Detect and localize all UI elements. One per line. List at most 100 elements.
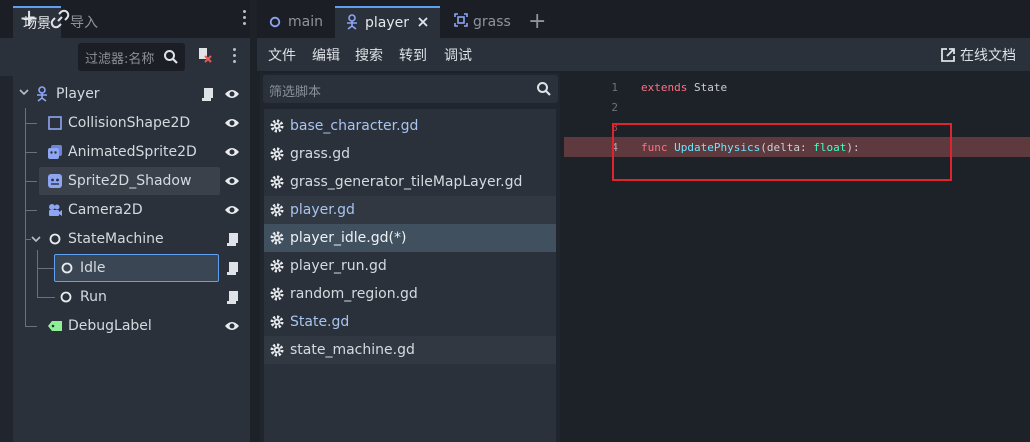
visibility-eye-icon[interactable] (224, 175, 240, 187)
script-item-label: base_character.gd (290, 118, 419, 134)
tree-node-label: StateMachine (68, 231, 164, 247)
dock-menu-icon[interactable] (238, 10, 250, 30)
detach-script-icon[interactable] (195, 46, 213, 64)
script-icon[interactable] (226, 261, 240, 276)
online-docs-link[interactable]: 在线文档 (940, 45, 1016, 65)
character-body-icon (37, 86, 47, 102)
node-circle-icon (49, 233, 61, 245)
external-link-icon (941, 48, 955, 62)
gear-icon (270, 343, 284, 357)
menu-edit[interactable]: 编辑 (312, 45, 340, 65)
visibility-eye-icon[interactable] (224, 146, 240, 158)
add-node-icon[interactable]: + (18, 6, 40, 30)
menu-goto[interactable]: 转到 (399, 45, 427, 65)
tab-label: player (365, 15, 410, 31)
tree-node-label: DebugLabel (68, 318, 152, 334)
script-icon[interactable] (226, 290, 240, 305)
tab-main[interactable]: main (260, 6, 332, 38)
script-item-label: State.gd (290, 314, 350, 330)
script-item-grass[interactable]: grass.gd (264, 140, 556, 168)
script-item-state[interactable]: State.gd (264, 308, 556, 336)
node2d-icon (454, 13, 468, 27)
script-item-grass-generator[interactable]: grass_generator_tileMapLayer.gd (264, 168, 556, 196)
tree-node-label: AnimatedSprite2D (68, 144, 197, 160)
code-line-1: extends State (641, 81, 727, 94)
tab-label: grass (473, 14, 511, 30)
script-item-player[interactable]: player.gd (264, 196, 556, 224)
gear-icon (270, 315, 284, 329)
online-docs-label: 在线文档 (960, 48, 1016, 64)
collision-shape-icon (48, 116, 62, 130)
script-item-label: grass_generator_tileMapLayer.gd (290, 174, 523, 190)
script-icon[interactable] (201, 87, 215, 102)
gear-icon (270, 147, 284, 161)
script-item-base-character[interactable]: base_character.gd (264, 112, 556, 140)
code-text: State (687, 81, 728, 94)
tab-player[interactable]: player (335, 6, 440, 38)
tree-row-debuglabel[interactable]: DebugLabel (14, 312, 250, 340)
tab-grass[interactable]: grass (446, 6, 516, 38)
tree-guide (37, 268, 55, 269)
script-item-state-machine[interactable]: state_machine.gd (264, 336, 556, 364)
tree-row-camera2d[interactable]: Camera2D (14, 196, 250, 224)
script-item-player-run[interactable]: player_run.gd (264, 252, 556, 280)
scene-filter-input[interactable]: 过滤器:名称 (78, 43, 185, 71)
tree-row-statemachine[interactable]: StateMachine (14, 225, 250, 253)
scene-more-icon[interactable] (227, 46, 241, 68)
gear-icon (270, 119, 284, 133)
chevron-down-icon[interactable] (19, 87, 29, 97)
visibility-eye-icon[interactable] (224, 88, 240, 100)
script-item-player-idle[interactable]: player_idle.gd(*) (264, 224, 556, 252)
script-item-label: player_run.gd (290, 258, 387, 274)
tree-guide (37, 297, 55, 298)
line-number: 2 (611, 101, 618, 114)
chevron-down-icon[interactable] (31, 234, 41, 244)
sprite-icon (48, 174, 62, 188)
script-item-label: player_idle.gd(*) (290, 230, 407, 246)
menu-debug[interactable]: 调试 (444, 45, 472, 65)
script-item-label: state_machine.gd (290, 342, 415, 358)
close-icon[interactable] (417, 16, 429, 28)
tree-row-player[interactable]: Player (14, 80, 250, 108)
annotation-highlight-box (612, 123, 952, 181)
visibility-eye-icon[interactable] (224, 320, 240, 332)
gear-icon (270, 231, 284, 245)
tab-label: main (288, 14, 323, 30)
menu-search[interactable]: 搜索 (355, 45, 383, 65)
instance-link-icon[interactable] (50, 9, 70, 29)
script-item-label: grass.gd (290, 146, 351, 162)
camera-icon (49, 204, 62, 216)
tree-row-run[interactable]: Run (54, 283, 250, 311)
tab-import[interactable]: 导入 (70, 6, 104, 38)
gear-icon (270, 175, 284, 189)
label-icon (48, 321, 62, 331)
line-number: 1 (611, 81, 618, 94)
tree-guide (37, 250, 38, 297)
script-icon[interactable] (226, 232, 240, 247)
tree-row-sprite2d-shadow[interactable]: Sprite2D_Shadow (39, 167, 220, 195)
scene-filter-placeholder: 过滤器:名称 (85, 52, 155, 67)
tree-row-animatedsprite2d[interactable]: AnimatedSprite2D (14, 138, 250, 166)
search-icon (164, 50, 178, 64)
script-filter-placeholder: 筛选脚本 (269, 85, 322, 100)
tree-node-label: CollisionShape2D (68, 115, 191, 131)
tree-row-idle[interactable]: Idle (54, 254, 219, 282)
add-tab-icon[interactable]: + (528, 9, 546, 34)
animated-sprite-icon (48, 145, 62, 159)
character-body-icon (347, 14, 357, 30)
visibility-eye-icon[interactable] (224, 117, 240, 129)
tree-node-label: Run (80, 289, 107, 305)
visibility-eye-icon[interactable] (224, 204, 240, 216)
script-item-label: random_region.gd (290, 286, 418, 302)
search-icon (537, 82, 551, 96)
menu-file[interactable]: 文件 (268, 45, 296, 65)
tree-row-collisionshape2d[interactable]: CollisionShape2D (14, 109, 250, 137)
gear-icon (270, 259, 284, 273)
gear-icon (270, 203, 284, 217)
script-item-random-region[interactable]: random_region.gd (264, 280, 556, 308)
node-circle-icon (60, 291, 72, 303)
code-keyword: extends (641, 81, 688, 94)
gear-icon (270, 287, 284, 301)
script-filter-input[interactable]: 筛选脚本 (263, 75, 558, 103)
tab-import-label: 导入 (70, 15, 98, 31)
